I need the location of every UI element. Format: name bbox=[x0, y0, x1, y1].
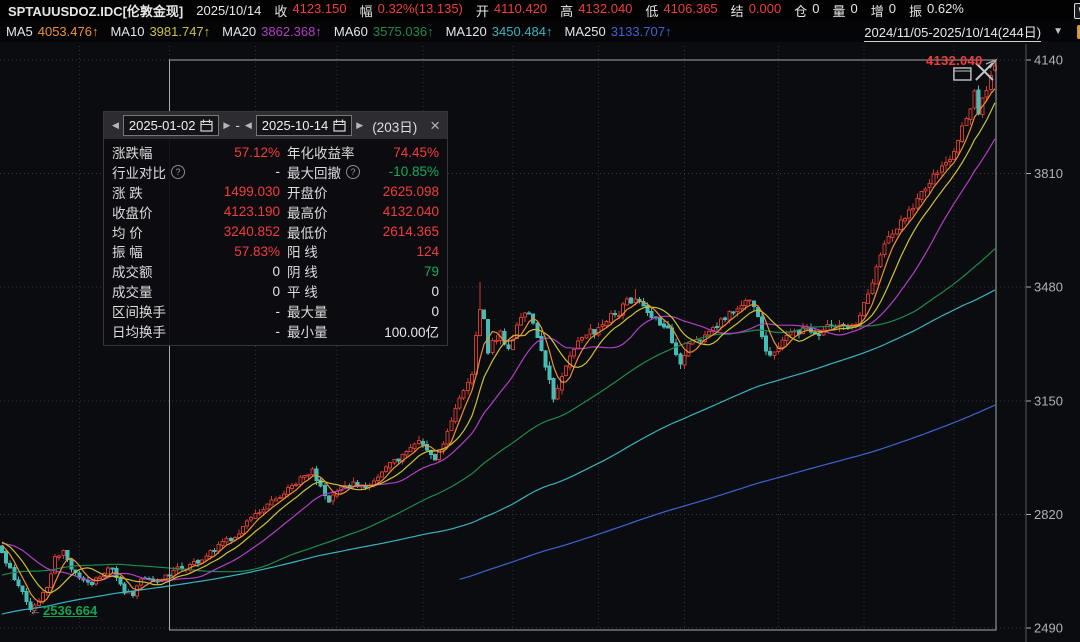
stats-row: 成交额0阴 线79 bbox=[112, 261, 439, 281]
quote-field: 开4110.420 bbox=[476, 1, 547, 20]
end-date-prev-button[interactable]: ◀ bbox=[244, 120, 253, 131]
svg-text:4140: 4140 bbox=[1034, 53, 1063, 68]
quote-field: 仓0 bbox=[794, 1, 819, 20]
stats-row: 涨跌幅57.12%年化收益率74.45% bbox=[112, 142, 439, 162]
stats-row: 行业对比?-最大回撤?-10.85% bbox=[112, 162, 439, 182]
ma-item: MA54053.476↑ bbox=[6, 24, 98, 39]
svg-text:3480: 3480 bbox=[1034, 280, 1063, 295]
high-annotation: 4132.040 bbox=[926, 53, 983, 68]
symbol-name[interactable]: SPTAUUSDOZ.IDC[伦敦金现] bbox=[8, 1, 183, 20]
help-icon[interactable]: ? bbox=[346, 165, 360, 179]
end-date-input[interactable]: 2025-10-14 bbox=[256, 115, 353, 136]
calendar-icon bbox=[200, 119, 213, 132]
quote-fields: 收4123.150 幅0.32%(13.135) 开4110.420 高4132.04… bbox=[274, 1, 964, 20]
ma-bar: MA54053.476↑ MA103981.747↑ MA203862.368↑ MA… bbox=[0, 21, 1080, 42]
low-arrow-icon: ← bbox=[29, 603, 42, 618]
date-range-selector[interactable]: 2024/11/05-2025/10/14(244日) bbox=[864, 22, 1041, 42]
range-stats-header: ◀ 2025-01-02 ▶ - ◀ 2025-10-14 bbox=[104, 112, 447, 139]
stats-row: 收盘价4123.190最高价4132.040 bbox=[112, 202, 439, 222]
start-date-input[interactable]: 2025-01-02 bbox=[123, 115, 220, 136]
range-stats-rows: 涨跌幅57.12%年化收益率74.45%行业对比?-最大回撤?-10.85%涨 … bbox=[104, 139, 447, 345]
ma-item: MA603575.036↑ bbox=[334, 24, 434, 39]
quote-field: 增0 bbox=[871, 1, 896, 20]
stats-row: 涨 跌1499.030开盘价2625.098 bbox=[112, 182, 439, 202]
end-date-next-button[interactable]: ▶ bbox=[355, 120, 364, 131]
ma-item: MA103981.747↑ bbox=[110, 24, 210, 39]
svg-text:3810: 3810 bbox=[1034, 166, 1063, 181]
panel-close-icon[interactable]: × bbox=[430, 117, 440, 134]
quote-field: 收4123.150 bbox=[274, 1, 346, 20]
date-separator: - bbox=[235, 118, 240, 133]
svg-text:2490: 2490 bbox=[1034, 621, 1063, 636]
ma-values: MA54053.476↑ MA103981.747↑ MA203862.368↑ MA… bbox=[6, 24, 671, 39]
stats-row: 区间换手-最大量0 bbox=[112, 301, 439, 321]
stats-row: 成交量0平 线0 bbox=[112, 281, 439, 301]
ma-item: MA1203450.484↑ bbox=[446, 24, 553, 39]
range-days-count: (203日) bbox=[372, 116, 417, 136]
svg-text:2820: 2820 bbox=[1034, 507, 1063, 522]
window-badge-icon[interactable]: W bbox=[1074, 3, 1080, 19]
ma-item: MA203862.368↑ bbox=[222, 24, 322, 39]
help-icon[interactable]: ? bbox=[171, 165, 185, 179]
chevron-down-icon[interactable]: ▼ bbox=[1053, 26, 1063, 37]
stats-row: 均 价3240.852最低价2614.365 bbox=[112, 222, 439, 242]
quote-bar: SPTAUUSDOZ.IDC[伦敦金现] 2025/10/14 收4123.15… bbox=[0, 0, 1080, 21]
quote-field: 结0.000 bbox=[731, 1, 782, 20]
start-date-prev-button[interactable]: ◀ bbox=[111, 120, 120, 131]
start-date-next-button[interactable]: ▶ bbox=[222, 120, 231, 131]
quote-field: 幅0.32%(13.135) bbox=[360, 1, 463, 20]
app-window: SPTAUUSDOZ.IDC[伦敦金现] 2025/10/14 收4123.15… bbox=[0, 0, 1080, 642]
low-annotation: ← 2536.664 bbox=[29, 603, 97, 618]
stats-row: 日均换手-最小量100.00亿 bbox=[112, 321, 439, 341]
quote-field: 量0 bbox=[832, 1, 857, 20]
stats-row: 振 幅57.83%阳 线124 bbox=[112, 241, 439, 261]
quote-date: 2025/10/14 bbox=[196, 3, 261, 18]
range-stats-panel: ◀ 2025-01-02 ▶ - ◀ 2025-10-14 bbox=[103, 111, 448, 346]
quote-field: 振0.62% bbox=[909, 1, 964, 20]
calendar-icon bbox=[333, 119, 346, 132]
quote-field: 低4106.365 bbox=[645, 1, 717, 20]
ma-item: MA2503133.707↑ bbox=[565, 24, 672, 39]
svg-text:3150: 3150 bbox=[1034, 393, 1063, 408]
quote-field: 高4132.040 bbox=[560, 1, 632, 20]
